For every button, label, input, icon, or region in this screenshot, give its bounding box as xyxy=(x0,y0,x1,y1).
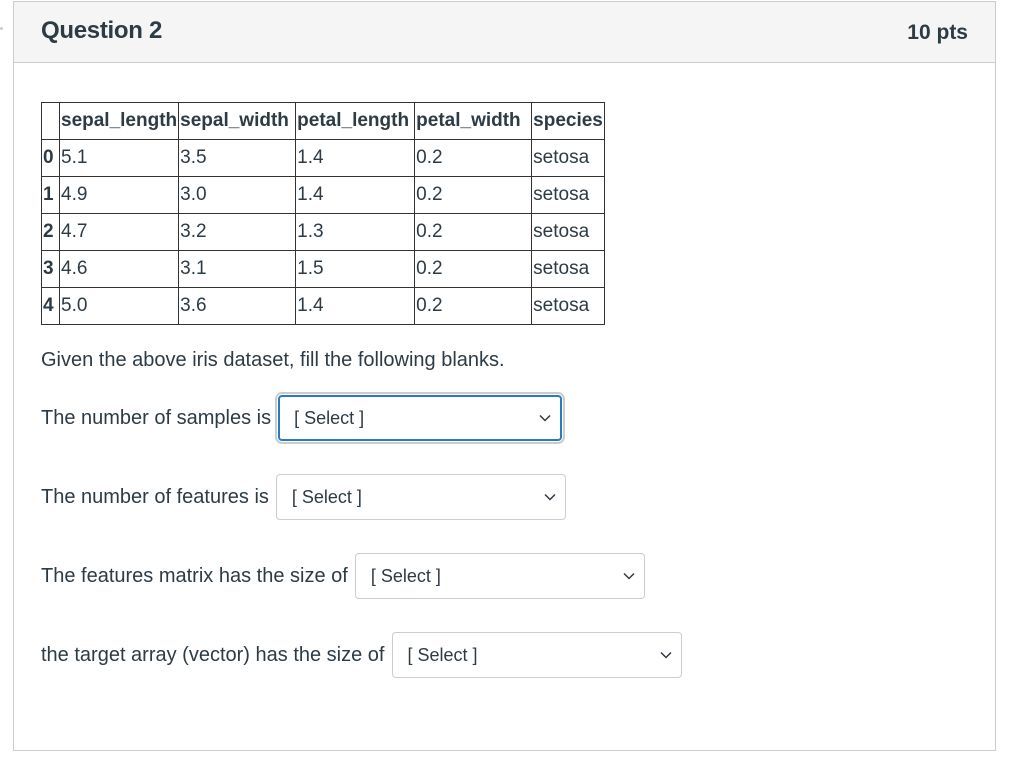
row-index: 2 xyxy=(41,213,60,251)
cell-species: setosa xyxy=(531,213,605,251)
row-index: 4 xyxy=(41,287,60,325)
cell-sepal-length: 5.0 xyxy=(58,287,180,325)
cell-species: setosa xyxy=(531,176,605,214)
table-header-row: sepal_length sepal_width petal_length pe… xyxy=(41,102,605,140)
cell-petal-length: 1.3 xyxy=(295,213,416,251)
question-header: Question 2 10 pts xyxy=(14,2,995,63)
target-array-select[interactable]: [ Select ] xyxy=(391,632,682,678)
left-edge-marker xyxy=(0,27,3,30)
blank-label: the target array (vector) has the size o… xyxy=(41,643,385,666)
cell-species: setosa xyxy=(531,250,605,288)
cell-petal-width: 0.2 xyxy=(414,213,533,251)
cell-sepal-width: 3.1 xyxy=(178,250,297,288)
table-header-petal-width: petal_width xyxy=(414,102,533,140)
table-row: 0 5.1 3.5 1.4 0.2 setosa xyxy=(41,139,605,177)
samples-select[interactable]: [ Select ] xyxy=(275,392,566,444)
cell-petal-width: 0.2 xyxy=(414,139,533,177)
blank-label: The features matrix has the size of xyxy=(41,564,348,587)
question-points: 10 pts xyxy=(907,21,968,44)
blank-label: The number of features is xyxy=(41,485,269,508)
cell-sepal-width: 3.6 xyxy=(178,287,297,325)
iris-data-table: sepal_length sepal_width petal_length pe… xyxy=(41,102,605,325)
cell-petal-length: 1.4 xyxy=(295,176,416,214)
chevron-down-icon xyxy=(659,651,672,659)
blank-number-of-samples: The number of samples is [ Select ] xyxy=(41,392,566,444)
blank-label: The number of samples is xyxy=(41,406,272,429)
cell-sepal-length: 4.7 xyxy=(58,213,180,251)
cell-petal-length: 1.4 xyxy=(295,139,416,177)
cell-petal-length: 1.5 xyxy=(295,250,416,288)
cell-sepal-width: 3.0 xyxy=(178,176,297,214)
features-select[interactable]: [ Select ] xyxy=(275,474,566,520)
select-value: [ Select ] xyxy=(370,565,441,586)
question-card: Question 2 10 pts sepal_length sepal_wid… xyxy=(13,1,996,751)
cell-species: setosa xyxy=(531,139,605,177)
cell-petal-width: 0.2 xyxy=(414,250,533,288)
cell-sepal-width: 3.2 xyxy=(178,213,297,251)
cell-sepal-length: 4.9 xyxy=(58,176,180,214)
table-header-sepal-length: sepal_length xyxy=(58,102,180,140)
cell-sepal-width: 3.5 xyxy=(178,139,297,177)
table-header-species: species xyxy=(531,102,605,140)
cell-petal-width: 0.2 xyxy=(414,287,533,325)
cell-sepal-length: 4.6 xyxy=(58,250,180,288)
table-header-sepal-width: sepal_width xyxy=(178,102,297,140)
select-value: [ Select ] xyxy=(407,644,478,665)
select-value: [ Select ] xyxy=(294,407,365,428)
blank-target-array-size: the target array (vector) has the size o… xyxy=(41,632,682,678)
select-value: [ Select ] xyxy=(291,486,362,507)
table-row: 3 4.6 3.1 1.5 0.2 setosa xyxy=(41,250,605,288)
table-header-index xyxy=(41,102,60,140)
cell-petal-length: 1.4 xyxy=(295,287,416,325)
row-index: 0 xyxy=(41,139,60,177)
chevron-down-icon xyxy=(544,493,556,501)
table-row: 1 4.9 3.0 1.4 0.2 setosa xyxy=(41,176,605,214)
table-row: 2 4.7 3.2 1.3 0.2 setosa xyxy=(41,213,605,251)
blank-features-matrix-size: The features matrix has the size of [ Se… xyxy=(41,553,645,599)
cell-species: setosa xyxy=(531,287,605,325)
question-prompt: Given the above iris dataset, fill the f… xyxy=(41,349,505,371)
table-row: 4 5.0 3.6 1.4 0.2 setosa xyxy=(41,287,605,325)
chevron-down-icon xyxy=(623,572,635,580)
chevron-down-icon xyxy=(539,414,551,422)
row-index: 1 xyxy=(41,176,60,214)
cell-petal-width: 0.2 xyxy=(414,176,533,214)
cell-sepal-length: 5.1 xyxy=(58,139,180,177)
row-index: 3 xyxy=(41,250,60,288)
blank-number-of-features: The number of features is [ Select ] xyxy=(41,474,566,520)
table-header-petal-length: petal_length xyxy=(295,102,416,140)
features-matrix-select[interactable]: [ Select ] xyxy=(354,553,645,599)
question-title: Question 2 xyxy=(41,17,163,44)
